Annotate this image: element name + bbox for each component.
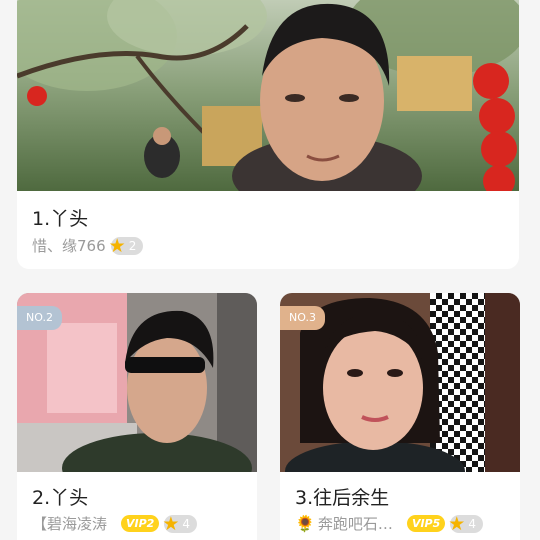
profile-meta: 【碧海凌涛 VIP2 ★ 4	[32, 512, 198, 535]
username-text: 【碧海凌涛	[32, 515, 108, 533]
rank-badge: NO.3	[280, 306, 325, 330]
profile-card-3[interactable]: NO.3 3.往后余生 🌻 奔跑吧石… VIP5 ★ 4	[280, 293, 520, 540]
star-icon: ★	[162, 512, 180, 535]
vip-badge: VIP2	[121, 515, 160, 532]
star-level-badge: ★ 4	[162, 512, 198, 535]
star-icon: ★	[108, 234, 126, 257]
profile-name: 2.丫头	[32, 487, 89, 509]
username-text: 奔跑吧石…	[317, 515, 393, 533]
profile-photo[interactable]: NO.2	[17, 293, 257, 472]
profile-name: 3.往后余生	[295, 487, 390, 509]
profile-meta: 🌻 奔跑吧石… VIP5 ★ 4	[295, 513, 483, 534]
star-level-badge: ★ 4	[448, 512, 483, 535]
vip-badge: VIP5	[406, 515, 446, 532]
profile-photo[interactable]: NO.3	[280, 293, 520, 472]
star-count: 4	[182, 516, 191, 531]
star-icon: ★	[448, 512, 466, 535]
rank-badge: NO.2	[17, 306, 62, 330]
profile-meta: 惜、缘766 ★ 2	[32, 234, 144, 257]
profile-card-1[interactable]: 1.丫头 惜、缘766 ★ 2	[17, 0, 519, 269]
sunflower-icon: 🌻	[295, 514, 315, 533]
profile-photo-image	[17, 0, 519, 191]
username-text: 惜、缘766	[32, 237, 106, 255]
profile-name: 1.丫头	[32, 208, 89, 230]
profile-card-2[interactable]: NO.2 2.丫头 【碧海凌涛 VIP2 ★ 4	[17, 293, 257, 540]
profile-photo[interactable]	[17, 0, 519, 191]
star-level-badge: ★ 2	[108, 234, 144, 257]
star-count: 4	[468, 516, 476, 531]
star-count: 2	[128, 238, 137, 253]
